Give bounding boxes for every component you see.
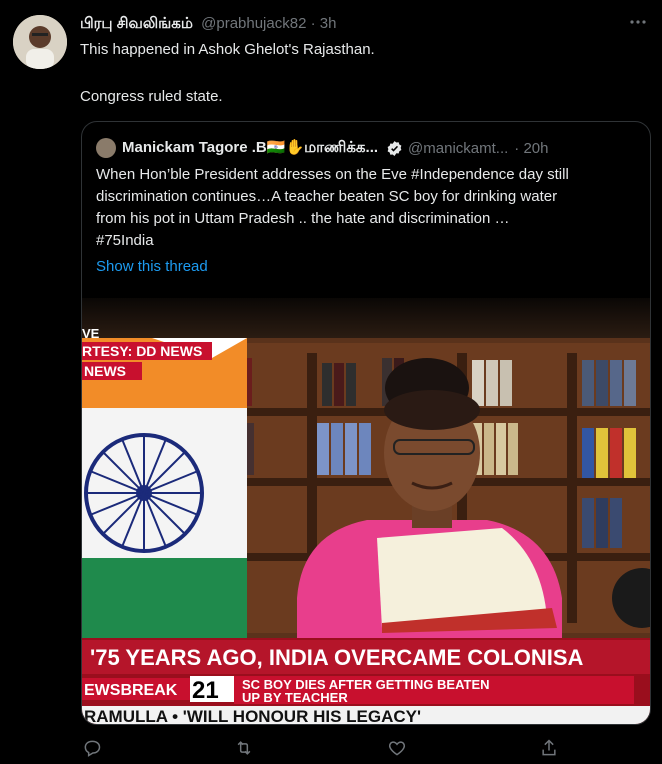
quoted-text: When Hon’ble President addresses on the … (96, 164, 641, 252)
ashoka-chakra-icon (84, 433, 204, 553)
quoted-text-line: When Hon’ble President addresses on the … (96, 166, 569, 183)
corner-line-2: RTESY: DD NEWS (82, 343, 202, 359)
quoted-author-handle: @manickamt... (408, 139, 509, 157)
tweet[interactable]: பிரபு சிவலிங்கம் @prabhujack82 · 3h This… (0, 0, 662, 764)
quoted-text-line: from his pot in Uttam Pradesh .. the hat… (96, 210, 510, 227)
like-icon[interactable] (387, 738, 407, 758)
tweet-time: 3h (319, 15, 337, 32)
quoted-text-line: discrimination continues…A teacher beate… (96, 188, 558, 205)
channel-number: 21 (192, 677, 219, 704)
author-handle[interactable]: @prabhujack82 · 3h (201, 15, 336, 32)
quoted-author-name: Manickam Tagore .B🇮🇳✋மாணிக்க... (122, 139, 379, 156)
share-icon[interactable] (539, 738, 559, 758)
newsbreak-label: EWSBREAK (84, 682, 178, 699)
ticker-main: '75 YEARS AGO, INDIA OVERCAME COLONISA (90, 645, 583, 670)
quoted-tweet[interactable]: Manickam Tagore .B🇮🇳✋மாணிக்க... @manicka… (81, 121, 651, 725)
quoted-avatar (96, 138, 116, 158)
bottom-ticker: RAMULLA • 'WILL HONOUR HIS LEGACY' (84, 707, 421, 724)
tweet-header: பிரபு சிவலிங்கம் @prabhujack82 · 3h (80, 15, 336, 34)
author-name[interactable]: பிரபு சிவலிங்கம் (80, 15, 193, 32)
tweet-text-line-1: This happened in Ashok Ghelot's Rajastha… (80, 41, 375, 58)
more-options-icon[interactable] (628, 12, 648, 32)
quoted-media-image[interactable]: '75 YEARS AGO, INDIA OVERCAME COLONISA E… (82, 298, 650, 724)
retweet-icon[interactable] (234, 738, 254, 758)
verified-badge-icon (386, 140, 403, 157)
corner-line-1: VE (82, 326, 100, 341)
author-avatar[interactable] (13, 15, 67, 69)
tweet-text-line-2: Congress ruled state. (80, 88, 223, 105)
broadcast-frame: '75 YEARS AGO, INDIA OVERCAME COLONISA E… (82, 298, 650, 724)
corner-line-3: NEWS (84, 363, 126, 379)
show-thread-link[interactable]: Show this thread (96, 258, 208, 275)
quoted-time: · 20h (514, 139, 549, 157)
reply-icon[interactable] (82, 738, 102, 758)
headline-line-2: UP BY TEACHER (242, 690, 348, 705)
quoted-hashtag[interactable]: #75India (96, 230, 641, 252)
quoted-header: Manickam Tagore .B🇮🇳✋மாணிக்க... @manicka… (96, 138, 548, 158)
tweet-actions (82, 738, 582, 760)
